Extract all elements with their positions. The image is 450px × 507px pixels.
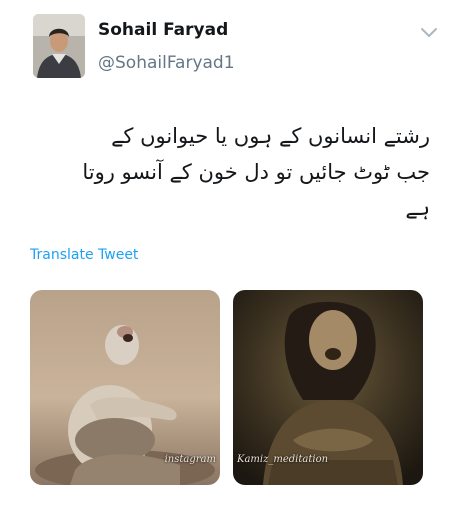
author-name[interactable]: Sohail Faryad	[98, 20, 228, 40]
watermark-left: instagram	[164, 454, 216, 465]
media-image-monkeys[interactable]: instagram	[30, 290, 220, 485]
tweet-text-line: ہے	[405, 196, 430, 220]
watermark-right: Kamiz_meditation	[237, 454, 329, 465]
tweet-text-line: رشتے انسانوں کے ہوں یا حیوانوں کے	[111, 124, 430, 148]
author-handle[interactable]: @SohailFaryad1	[98, 53, 235, 73]
tweet-text-line: جب ٹوٹ جائیں تو دل خون کے آنسو روتا	[82, 160, 430, 184]
chevron-down-icon[interactable]	[419, 22, 439, 42]
media-image-weeping-woman[interactable]: Kamiz_meditation	[233, 290, 423, 485]
avatar-image	[33, 14, 85, 78]
avatar[interactable]	[33, 14, 85, 78]
tweet-text: رشتے انسانوں کے ہوں یا حیوانوں کے جب ٹوٹ…	[30, 118, 430, 226]
translate-tweet-link[interactable]: Translate Tweet	[30, 247, 138, 263]
